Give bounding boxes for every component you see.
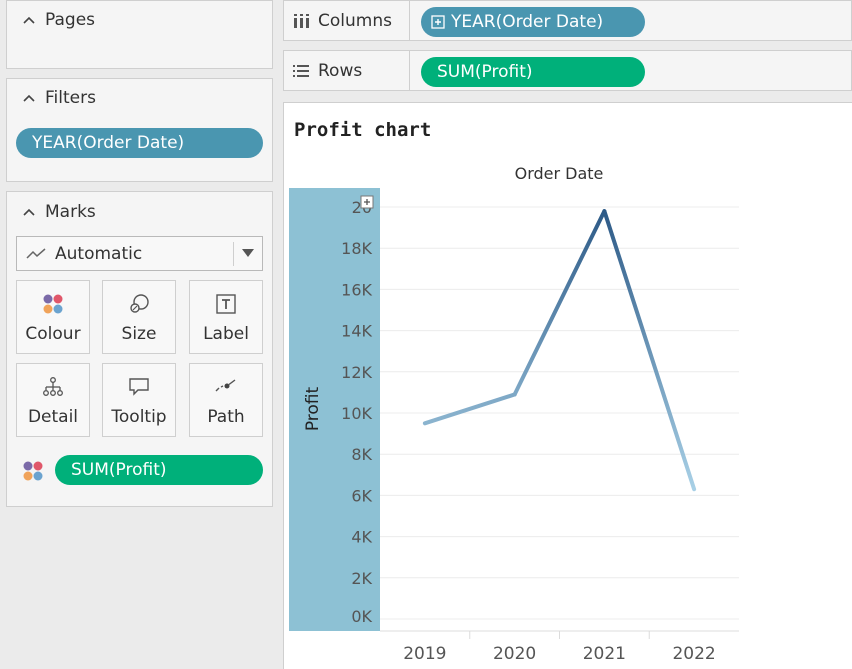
line-segment-profit[interactable] [512,209,607,397]
line-mark-icon [26,247,46,259]
columns-shelf: Columns YEAR(Order Date) [283,0,852,41]
y-tick-label: 2K [351,569,372,588]
expand-plus-icon[interactable] [431,15,445,29]
filters-title: Filters [45,88,96,108]
y-tick-label: 4K [351,528,372,547]
pages-card-header[interactable]: Pages [7,9,272,31]
y-tick-label: 14K [341,322,372,341]
x-tick-label: 2021 [583,644,626,664]
x-tick-label: 2022 [672,644,715,664]
tooltip-label: Tooltip [111,407,167,427]
y-tick-label: 18K [341,239,372,258]
label-label: Label [203,324,249,344]
columns-pill-year-order-date[interactable]: YEAR(Order Date) [421,7,645,37]
path-label: Path [207,407,245,427]
size-icon [130,294,149,313]
detail-label: Detail [27,407,79,427]
dropdown-divider [233,242,234,266]
filters-card-header[interactable]: Filters [7,87,272,109]
label-button[interactable]: Label [189,280,263,354]
pages-title: Pages [45,10,96,30]
x-tick-label: 2019 [403,644,446,664]
tooltip-button[interactable]: Tooltip [102,363,176,437]
marks-card-header[interactable]: Marks [7,201,272,223]
rows-shelf: Rows SUM(Profit) [283,50,852,91]
line-segment-profit[interactable] [422,392,517,426]
y-tick-label: 8K [351,445,372,464]
rows-shelf-label: Rows [284,51,410,90]
path-icon [215,379,236,392]
colour-field-label: SUM(Profit) [71,460,167,480]
filters-card: Filters YEAR(Order Date) [6,78,273,182]
colour-icon [43,294,63,314]
path-button[interactable]: Path [189,363,263,437]
mark-type-dropdown[interactable]: Automatic [16,236,263,271]
detail-button[interactable]: Detail [16,363,90,437]
size-button[interactable]: Size [102,280,176,354]
collapse-caret-icon [23,16,35,24]
mark-type-value: Automatic [55,243,143,264]
chevron-down-icon[interactable] [242,249,254,257]
tooltip-icon [129,378,149,396]
filter-pill-year-order-date[interactable]: YEAR(Order Date) [16,128,263,158]
rows-pill-sum-profit[interactable]: SUM(Profit) [421,57,645,87]
marks-card: Marks Automatic Colour Size Label Detail… [6,191,273,507]
colour-button[interactable]: Colour [16,280,90,354]
colour-field-pill[interactable]: SUM(Profit) [55,455,263,485]
collapse-caret-icon [23,208,35,216]
colour-label: Colour [25,324,81,344]
detail-icon [43,377,63,396]
tableau-workspace: Pages Filters YEAR(Order Date) Marks Aut… [0,0,852,669]
collapse-caret-icon [23,94,35,102]
marks-title: Marks [45,202,96,222]
x-tick-label: 2020 [493,644,536,664]
pages-card: Pages [6,0,273,69]
line-chart[interactable]: 0K2K4K6K8K10K12K14K16K18K202019202020212… [284,103,852,669]
filter-pill-label: YEAR(Order Date) [32,133,185,153]
rows-pill-label: SUM(Profit) [437,62,533,82]
y-tick-label: 0K [351,607,372,626]
size-label: Size [121,324,157,344]
rows-icon [293,64,309,77]
viz-view: Profit chart Order Date Profit 0K 2K 4K 6K 8… [283,102,852,669]
columns-pill-label: YEAR(Order Date) [451,12,604,32]
line-segment-profit[interactable] [602,209,697,492]
y-tick-label: 6K [351,486,372,505]
y-tick-label: 10K [341,404,372,423]
label-icon [216,294,236,314]
colour-encoding-icon [23,461,43,481]
rows-label-text: Rows [318,60,363,81]
columns-label-text: Columns [318,10,392,31]
columns-icon [294,13,309,28]
y-tick-label: 12K [341,363,372,382]
columns-shelf-label: Columns [284,1,410,40]
y-tick-label: 16K [341,280,372,299]
